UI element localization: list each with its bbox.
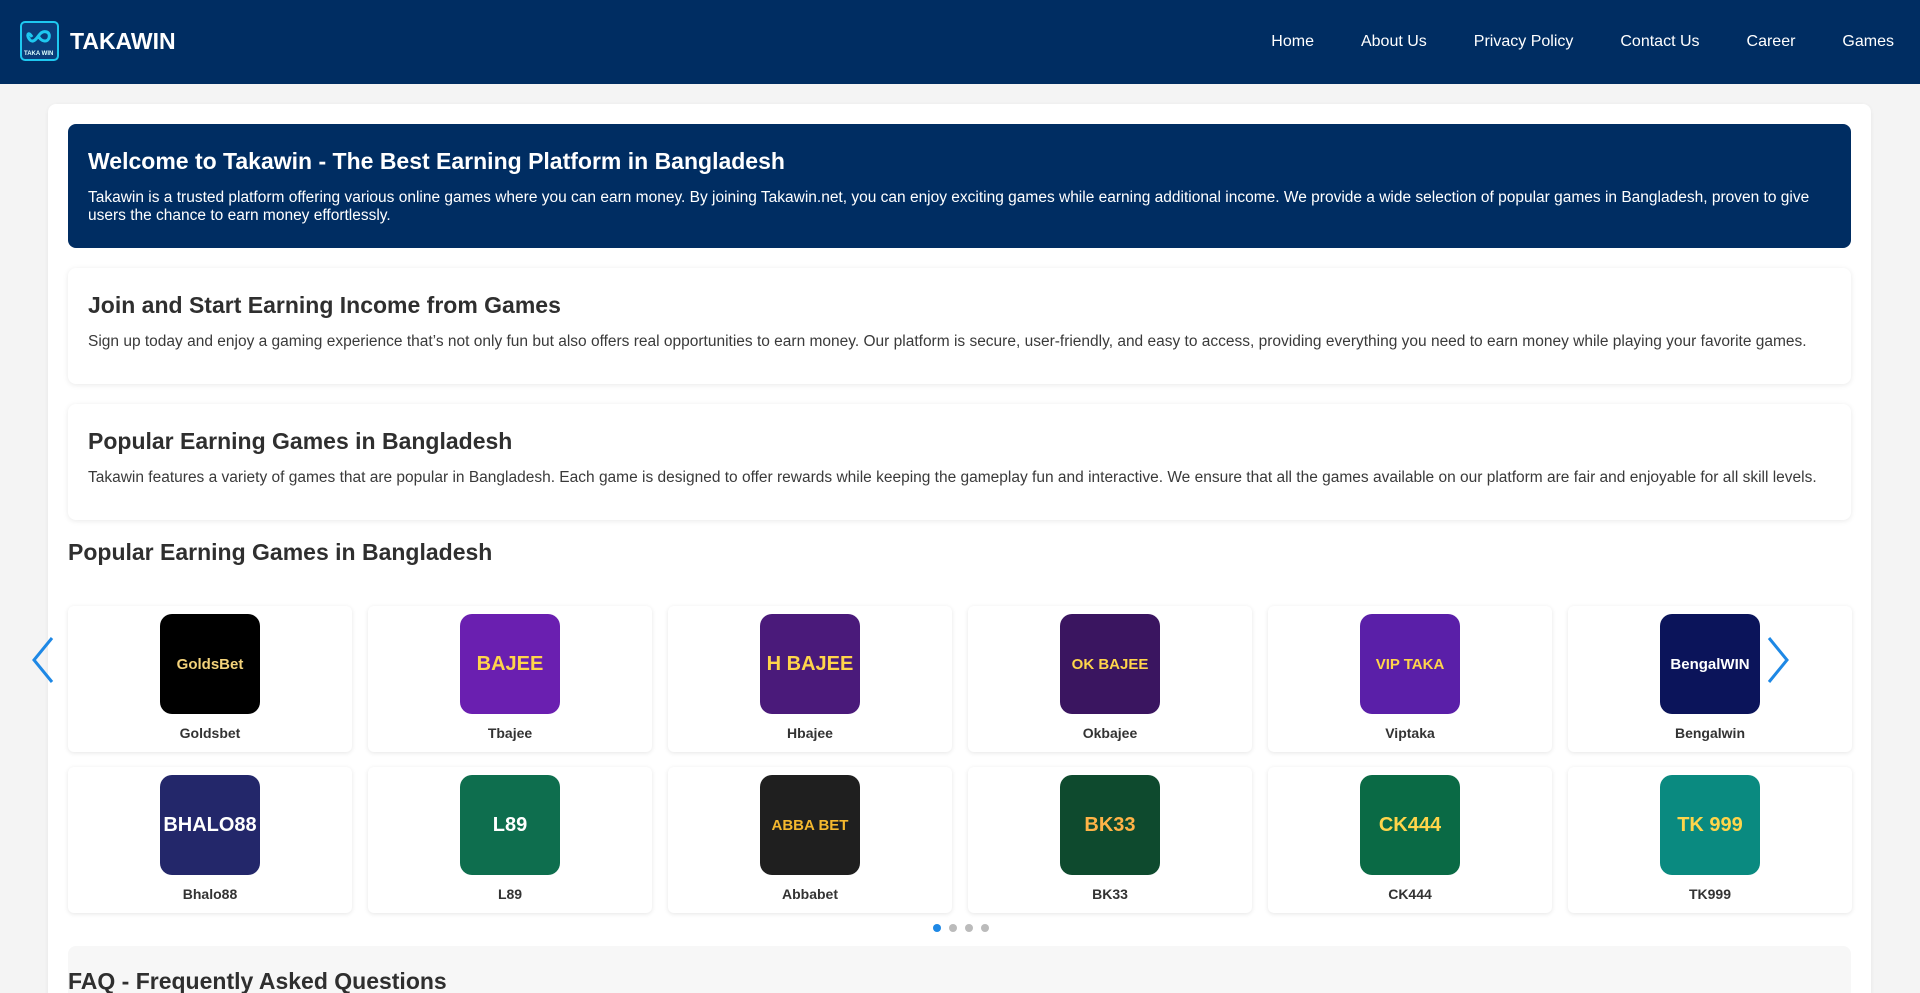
game-name: BK33: [1092, 886, 1128, 902]
hero-title: Welcome to Takawin - The Best Earning Pl…: [88, 148, 785, 174]
nav-about-us[interactable]: About Us: [1361, 33, 1427, 51]
main-content: Welcome to Takawin - The Best Earning Pl…: [48, 104, 1871, 993]
game-logo[interactable]: BAJEE: [460, 614, 560, 714]
chevron-left-icon: [32, 637, 54, 683]
game-name: Hbajee: [787, 725, 833, 741]
game-name: Goldsbet: [179, 725, 241, 741]
game-logo[interactable]: ABBA BET: [760, 775, 860, 875]
game-card[interactable]: BengalWIN Bengalwin: [1568, 606, 1852, 752]
carousel-prev-button[interactable]: [28, 634, 58, 686]
game-card[interactable]: GoldsBet Goldsbet: [68, 606, 352, 752]
main-nav: Home About Us Privacy Policy Contact Us …: [1224, 0, 1894, 84]
popular-section: Popular Earning Games in Bangladesh Taka…: [68, 404, 1851, 520]
game-name: L89: [497, 886, 523, 902]
game-card[interactable]: TK 999 TK999: [1568, 767, 1852, 913]
faq-section: FAQ - Frequently Asked Questions: [68, 946, 1851, 993]
game-logo[interactable]: BengalWIN: [1660, 614, 1760, 714]
game-card[interactable]: VIP TAKA Viptaka: [1268, 606, 1552, 752]
game-name: CK444: [1388, 886, 1432, 902]
game-logo[interactable]: BK33: [1060, 775, 1160, 875]
carousel-next-button[interactable]: [1763, 634, 1793, 686]
game-logo[interactable]: L89: [460, 775, 560, 875]
game-name: Okbajee: [1082, 725, 1138, 741]
logo-caption: TAKA WIN: [24, 51, 54, 57]
game-name: Abbabet: [782, 886, 838, 902]
nav-home[interactable]: Home: [1271, 33, 1314, 51]
nav-career[interactable]: Career: [1747, 33, 1796, 51]
carousel-dot[interactable]: [933, 924, 941, 932]
popular-title: Popular Earning Games in Bangladesh: [88, 428, 513, 454]
game-card[interactable]: OK BAJEE Okbajee: [968, 606, 1252, 752]
carousel-dots: [933, 924, 997, 932]
game-logo[interactable]: CK444: [1360, 775, 1460, 875]
carousel-dot[interactable]: [949, 924, 957, 932]
game-logo[interactable]: VIP TAKA: [1360, 614, 1460, 714]
hero-text: Takawin is a trusted platform offering v…: [88, 189, 1810, 224]
game-card[interactable]: L89 L89: [368, 767, 652, 913]
join-section: Join and Start Earning Income from Games…: [68, 268, 1851, 384]
game-card[interactable]: BK33 BK33: [968, 767, 1252, 913]
nav-games[interactable]: Games: [1842, 33, 1894, 51]
game-logo[interactable]: OK BAJEE: [1060, 614, 1160, 714]
nav-privacy-policy[interactable]: Privacy Policy: [1474, 33, 1574, 51]
join-text: Sign up today and enjoy a gaming experie…: [88, 333, 1807, 350]
game-logo[interactable]: H BAJEE: [760, 614, 860, 714]
game-card[interactable]: H BAJEE Hbajee: [668, 606, 952, 752]
brand-name: TAKAWIN: [70, 27, 176, 54]
game-logo[interactable]: BHALO88: [160, 775, 260, 875]
game-name: Bengalwin: [1674, 725, 1745, 741]
carousel-dot[interactable]: [981, 924, 989, 932]
game-name: Viptaka: [1385, 725, 1435, 741]
brand[interactable]: TAKA WIN TAKAWIN: [20, 21, 176, 61]
site-header: TAKA WIN TAKAWIN Home About Us Privacy P…: [0, 0, 1920, 84]
games-section-title: Popular Earning Games in Bangladesh: [68, 539, 493, 565]
brand-logo: TAKA WIN: [20, 21, 59, 61]
game-card[interactable]: BAJEE Tbajee: [368, 606, 652, 752]
game-card[interactable]: BHALO88 Bhalo88: [68, 767, 352, 913]
join-title: Join and Start Earning Income from Games: [88, 292, 561, 318]
hero-banner: Welcome to Takawin - The Best Earning Pl…: [68, 124, 1851, 248]
nav-contact-us[interactable]: Contact Us: [1620, 33, 1699, 51]
faq-title: FAQ - Frequently Asked Questions: [68, 968, 447, 993]
infinity-icon: [26, 30, 51, 43]
game-card[interactable]: CK444 CK444: [1268, 767, 1552, 913]
chevron-right-icon: [1767, 637, 1789, 683]
game-logo[interactable]: TK 999: [1660, 775, 1760, 875]
popular-text: Takawin features a variety of games that…: [88, 469, 1817, 486]
game-name: Tbajee: [487, 725, 533, 741]
game-name: Bhalo88: [182, 886, 238, 902]
game-name: TK999: [1688, 886, 1732, 902]
carousel-dot[interactable]: [965, 924, 973, 932]
game-card[interactable]: ABBA BET Abbabet: [668, 767, 952, 913]
game-logo[interactable]: GoldsBet: [160, 614, 260, 714]
